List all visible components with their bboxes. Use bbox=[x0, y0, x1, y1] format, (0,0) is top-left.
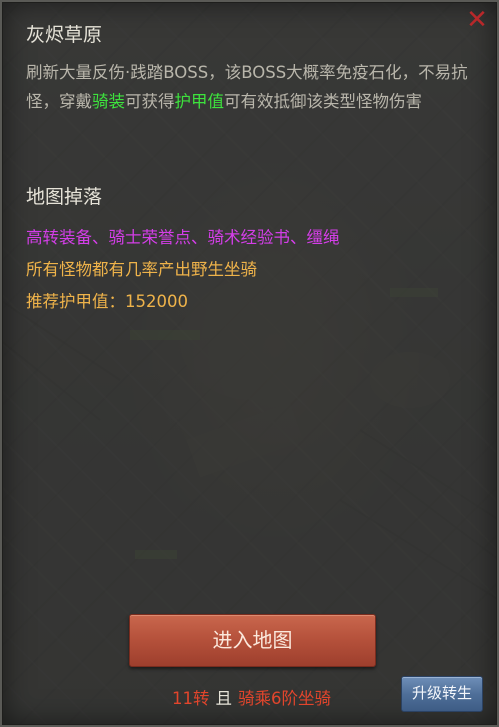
map-description: 刷新大量反伤·践踏BOSS，该BOSS大概率免疫石化，不易抗怪，穿戴骑装可获得护… bbox=[26, 58, 476, 116]
map-info-panel: ✕ 灰烬草原 刷新大量反伤·践踏BOSS，该BOSS大概率免疫石化，不易抗怪，穿… bbox=[0, 0, 499, 727]
description-text-3: 可有效抵御该类型怪物伤害 bbox=[224, 92, 422, 111]
recommended-armor: 推荐护甲值：152000 bbox=[26, 292, 188, 311]
drops-list: 高转装备、骑士荣誉点、骑术经验书、缰绳 bbox=[26, 228, 340, 247]
drops-section-title: 地图掉落 bbox=[26, 186, 103, 208]
description-text-2: 可获得 bbox=[125, 92, 175, 111]
mount-drop-note: 所有怪物都有几率产出野生坐骑 bbox=[26, 260, 257, 279]
requirement-and: 且 bbox=[215, 689, 233, 708]
description-highlight-mount-gear: 骑装 bbox=[92, 92, 125, 111]
upgrade-rebirth-button[interactable]: 升级转生 bbox=[401, 676, 483, 712]
enter-map-button[interactable]: 进入地图 bbox=[129, 614, 376, 667]
requirement-mount: 骑乘6阶坐骑 bbox=[238, 689, 331, 708]
requirement-rebirth: 11转 bbox=[172, 689, 210, 708]
close-icon[interactable]: ✕ bbox=[465, 7, 489, 33]
map-title: 灰烬草原 bbox=[26, 24, 103, 46]
description-highlight-armor: 护甲值 bbox=[174, 92, 225, 111]
